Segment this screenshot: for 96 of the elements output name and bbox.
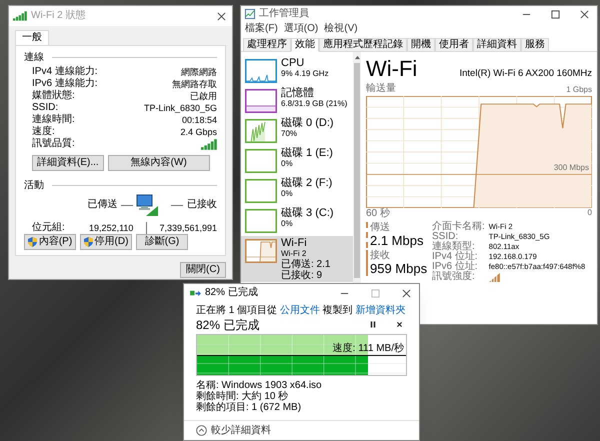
resource-name: 磁碟 3 (C:) bbox=[281, 207, 334, 219]
tab[interactable]: 詳細資料 bbox=[473, 38, 521, 52]
stat-label: 傳送 bbox=[370, 222, 391, 233]
field-label: SSID: bbox=[32, 103, 58, 113]
field-label: IPv4 連線能力: bbox=[32, 67, 98, 77]
resource-detail: 0% bbox=[281, 159, 294, 169]
detail-label: 訊號強度: bbox=[432, 272, 476, 282]
resource-detail: 已傳送: 2.1 已接收: 9 bbox=[281, 259, 332, 281]
cancel-icon[interactable] bbox=[396, 321, 403, 328]
resource-name: CPU bbox=[281, 57, 306, 69]
dialog-button[interactable]: 停用(D) bbox=[80, 234, 132, 250]
section-heading: 活動 bbox=[24, 180, 44, 190]
progress-heading: 82% 已完成 bbox=[196, 318, 260, 330]
resource-detail: 70% bbox=[281, 129, 298, 139]
section-heading: 連線 bbox=[24, 52, 44, 62]
resource-name: 磁碟 2 (F:) bbox=[281, 177, 332, 189]
tab[interactable]: 使用者 bbox=[435, 38, 473, 52]
maximize-icon[interactable] bbox=[551, 10, 560, 18]
close-button[interactable]: 關閉(C) bbox=[180, 262, 226, 278]
details-toggle[interactable]: 較少詳細資料 bbox=[211, 426, 271, 436]
tab[interactable]: 開機 bbox=[407, 38, 435, 52]
axis-label: 300 Mbps bbox=[554, 164, 589, 172]
resource-detail: Wi-Fi 2 bbox=[281, 249, 308, 259]
transfer-detail: 剩餘的項目: 1 (672 MB) bbox=[196, 402, 302, 413]
menu-item[interactable]: 選項(O) bbox=[284, 24, 318, 34]
tab[interactable]: 服務 bbox=[521, 38, 549, 52]
axis-label: 0 bbox=[588, 209, 592, 217]
field-label: IPv6 連線能力: bbox=[32, 79, 98, 89]
adapter-name: Intel(R) Wi-Fi 6 AX200 160MHz bbox=[459, 68, 592, 78]
app-icon bbox=[245, 9, 255, 19]
transfer-detail: 剩餘時間: 大約 10 秒 bbox=[196, 391, 290, 402]
field-label: 連線時間: bbox=[32, 115, 75, 125]
detail-label: 連線類型: bbox=[432, 242, 476, 252]
pause-icon[interactable] bbox=[370, 321, 376, 328]
resource-detail: 6.8/31.9 GB (21%) bbox=[281, 99, 348, 109]
collapse-chevron-icon[interactable] bbox=[196, 425, 207, 436]
field-value: 00:18:54 bbox=[182, 116, 217, 124]
dialog-button[interactable]: 內容(P) bbox=[24, 234, 76, 250]
resource-name: Wi-Fi bbox=[281, 237, 308, 249]
resource-name: 磁碟 1 (E:) bbox=[281, 147, 333, 159]
transfer-detail: 名稱: Windows 1903 x64.iso bbox=[196, 380, 323, 391]
dialog-button[interactable]: 診斷(G) bbox=[136, 234, 188, 250]
window-title: 工作管理員 bbox=[259, 9, 309, 19]
dialog-button[interactable]: 無線內容(W) bbox=[108, 155, 210, 171]
copy-description: 正在將 1 個項目從 公用文件 複製到 新增資料夾 bbox=[196, 305, 406, 317]
field-label: 速度: bbox=[32, 127, 55, 137]
byte-count: 7,339,561,991 bbox=[159, 224, 217, 232]
close-icon[interactable] bbox=[217, 12, 226, 20]
sidebar-item[interactable]: Wi-Fi Wi-Fi 2 已傳送: 2.1 已接收: 9 bbox=[241, 236, 353, 282]
dialog-button[interactable]: 詳細資料(E)... bbox=[32, 155, 104, 171]
field-value: 2.4 Gbps bbox=[180, 128, 217, 136]
axis-label: 輸送量 bbox=[366, 84, 396, 94]
stat-value: 2.1 Mbps bbox=[370, 233, 424, 248]
window-title: Wi-Fi 2 狀態 bbox=[31, 11, 86, 21]
sent-label: 已傳送 bbox=[87, 200, 118, 210]
stat-value: 959 Mbps bbox=[370, 261, 428, 276]
scroll-up-icon[interactable] bbox=[354, 55, 360, 60]
copy-icon bbox=[190, 288, 201, 298]
folder-link[interactable]: 公用文件 bbox=[280, 305, 320, 316]
received-label: 已接收 bbox=[187, 200, 217, 210]
scrollbar-thumb[interactable] bbox=[354, 63, 360, 278]
folder-link[interactable]: 新增資料夾 bbox=[355, 305, 406, 316]
tab[interactable]: 應用程式歷程記錄 bbox=[319, 38, 407, 52]
field-label: 訊號品質: bbox=[32, 139, 75, 149]
detail-label: SSID: bbox=[432, 232, 458, 242]
detail-label: IPv4 位址: bbox=[432, 252, 479, 262]
field-value: TP-Link_6830_5G bbox=[144, 104, 217, 112]
signal-quality-icon bbox=[201, 138, 217, 150]
tab[interactable]: 效能 bbox=[291, 38, 319, 52]
close-icon[interactable] bbox=[580, 10, 589, 18]
stat-label: 接收 bbox=[370, 250, 391, 261]
tab[interactable]: 處理程序 bbox=[243, 38, 291, 52]
signal-bars-icon bbox=[13, 11, 27, 21]
tab[interactable]: 一般 bbox=[15, 30, 49, 45]
axis-label: 60 秒 bbox=[366, 209, 390, 219]
resource-name: 磁碟 0 (D:) bbox=[281, 117, 334, 129]
resource-name: 記憶體 bbox=[281, 87, 315, 99]
window-title: 82% 已完成 bbox=[205, 288, 258, 298]
field-value: 無網路存取 bbox=[172, 80, 217, 88]
field-label: 媒體狀態: bbox=[32, 91, 75, 101]
field-value: 已啟用 bbox=[190, 92, 217, 100]
field-label: 位元組: bbox=[32, 223, 66, 233]
detail-label: 介面卡名稱: bbox=[432, 222, 485, 232]
close-icon[interactable] bbox=[402, 288, 411, 298]
detail-label: IPv6 位址: bbox=[432, 262, 479, 272]
resource-detail: 9% 4.19 GHz bbox=[281, 69, 329, 79]
field-value: 網際網路 bbox=[181, 68, 217, 76]
byte-count: 19,252,110 bbox=[88, 224, 134, 232]
axis-label: 1 Gbps bbox=[566, 86, 592, 94]
menu-item[interactable]: 檔案(F) bbox=[245, 24, 278, 34]
network-computer-icon bbox=[134, 194, 158, 216]
menu-item[interactable]: 檢視(V) bbox=[324, 24, 358, 34]
resource-detail: 0% bbox=[281, 189, 294, 199]
speed-label: 速度: 111 MB/秒 bbox=[332, 344, 404, 354]
performance-title: Wi-Fi bbox=[366, 58, 418, 80]
resource-detail: 0% bbox=[281, 219, 294, 229]
